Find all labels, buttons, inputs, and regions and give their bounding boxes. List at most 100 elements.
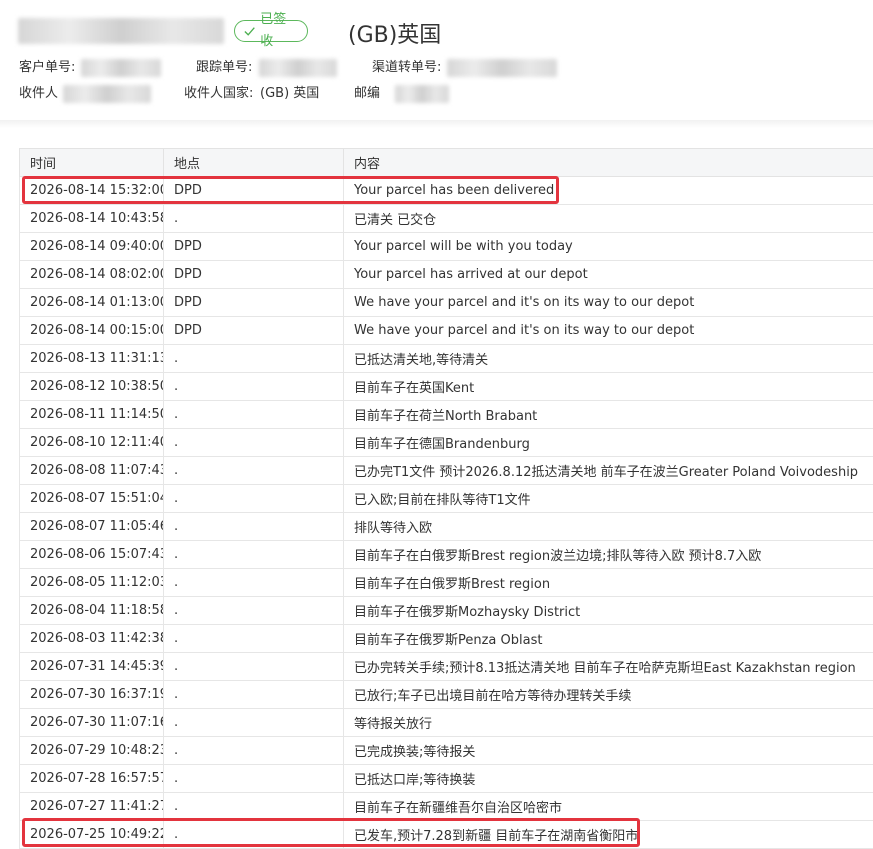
cell-content: 已完成换装;等待报关 (343, 736, 873, 765)
cell-time: 2026-07-30 16:37:19 (19, 680, 164, 709)
cell-location: DPD (163, 176, 344, 205)
cell-content: 已放行;车子已出境目前在哈方等待办理转关手续 (343, 680, 873, 709)
cell-time: 2026-07-28 16:57:57 (19, 764, 164, 793)
cell-content: 目前车子在德国Brandenburg (343, 428, 873, 457)
cell-content: 已抵达清关地,等待清关 (343, 344, 873, 373)
cell-content: 目前车子在英国Kent (343, 372, 873, 401)
table-row: 2026-08-12 10:38:50. 目前车子在英国Kent (19, 372, 873, 401)
cell-time: 2026-08-14 10:43:58 (19, 204, 164, 233)
cell-time: 2026-08-14 09:40:00 (19, 232, 164, 261)
cell-location: . (163, 456, 344, 485)
cell-location: . (163, 344, 344, 373)
cell-time: 2026-07-31 14:45:39 (19, 652, 164, 681)
table-row: 2026-08-05 11:12:03. 目前车子在白俄罗斯Brest regio… (19, 568, 873, 597)
cell-content: 已办完转关手续;预计8.13抵达清关地 目前车子在哈萨克斯坦East Kazak… (343, 652, 873, 681)
cell-time: 2026-08-08 11:07:43 (19, 456, 164, 485)
column-header-location: 地点 (163, 148, 344, 177)
column-header-time: 时间 (19, 148, 164, 177)
cell-location: . (163, 792, 344, 821)
cell-time: 2026-08-06 15:07:43 (19, 540, 164, 569)
cell-location: . (163, 624, 344, 653)
cell-content: 目前车子在白俄罗斯Brest region (343, 568, 873, 597)
cell-location: DPD (163, 288, 344, 317)
cell-location: . (163, 680, 344, 709)
table-row: 2026-08-07 15:51:04. 已入欧;目前在排队等待T1文件 (19, 484, 873, 513)
cell-time: 2026-08-04 11:18:58 (19, 596, 164, 625)
table-row: 2026-08-14 15:32:00 DPD Your parcel has be… (19, 176, 873, 205)
tracking-no-label: 跟踪单号: (196, 60, 253, 75)
table-row: 2026-08-04 11:18:58. 目前车子在俄罗斯Mozhaysky Di… (19, 596, 873, 625)
column-header-content: 内容 (343, 148, 873, 177)
cell-time: 2026-07-27 11:41:27 (19, 792, 164, 821)
cell-content: Your parcel has been delivered (343, 176, 873, 205)
cell-time: 2026-08-14 08:02:00 (19, 260, 164, 289)
redacted-name (18, 18, 224, 44)
cell-location: DPD (163, 232, 344, 261)
table-row: 2026-08-14 00:15:00 DPD We have your parce… (19, 316, 873, 345)
cell-time: 2026-08-07 15:51:04 (19, 484, 164, 513)
cell-location: . (163, 484, 344, 513)
cell-time: 2026-07-29 10:48:23 (19, 736, 164, 765)
table-row: 2026-07-30 11:07:16. 等待报关放行 (19, 708, 873, 737)
cell-content: 已清关 已交仓 (343, 204, 873, 233)
table-row: 2026-07-25 10:49:22. 已发车,预计7.28到新疆 目前车子在湖… (19, 820, 873, 849)
cell-time: 2026-07-25 10:49:22 (19, 820, 164, 849)
table-row: 2026-08-14 09:40:00 DPD Your parcel will b… (19, 232, 873, 261)
cell-location: DPD (163, 260, 344, 289)
cell-time: 2026-08-05 11:12:03 (19, 568, 164, 597)
cell-location: . (163, 652, 344, 681)
cell-location: . (163, 764, 344, 793)
postcode-value (395, 85, 449, 103)
cell-content: 已抵达口岸;等待换装 (343, 764, 873, 793)
cell-content: We have your parcel and it's on its way … (343, 288, 873, 317)
status-badge: 已签收 (234, 12, 308, 49)
customer-no-label: 客户单号: (19, 60, 76, 75)
cell-location: . (163, 428, 344, 457)
cell-location: . (163, 708, 344, 737)
cell-location: . (163, 540, 344, 569)
cell-content: 已发车,预计7.28到新疆 目前车子在湖南省衡阳市 (343, 820, 873, 849)
cell-content: 目前车子在新疆维吾尔自治区哈密市 (343, 792, 873, 821)
header-divider (0, 120, 873, 128)
table-row: 2026-08-13 11:31:13. 已抵达清关地,等待清关 (19, 344, 873, 373)
shipment-header: 已签收 (GB)英国 客户单号: 跟踪单号: 渠道转单号: 收件人 收件人国家:… (0, 0, 873, 120)
tracking-table-wrap: 时间 地点 内容 2026-08-14 15:32:00 DPD Your parc… (19, 148, 873, 849)
postcode-label: 邮编 (354, 86, 381, 101)
table-row: 2026-07-27 11:41:27. 目前车子在新疆维吾尔自治区哈密市 (19, 792, 873, 821)
cell-content: 目前车子在俄罗斯Penza Oblast (343, 624, 873, 653)
table-header-row: 时间 地点 内容 (19, 148, 873, 177)
destination-country: (GB)英国 (348, 23, 442, 48)
cell-content: We have your parcel and it's on its way … (343, 316, 873, 345)
cell-content: 目前车子在荷兰North Brabant (343, 400, 873, 429)
cell-time: 2026-08-10 12:11:40 (19, 428, 164, 457)
cell-content: Your parcel has arrived at our depot (343, 260, 873, 289)
tracking-table: 时间 地点 内容 2026-08-14 15:32:00 DPD Your parc… (19, 148, 873, 849)
cell-content: 等待报关放行 (343, 708, 873, 737)
cell-location: DPD (163, 316, 344, 345)
cell-time: 2026-08-14 01:13:00 (19, 288, 164, 317)
tracking-table-body: 2026-08-14 15:32:00 DPD Your parcel has be… (19, 176, 873, 849)
cell-location: . (163, 596, 344, 625)
table-row: 2026-07-29 10:48:23. 已完成换装;等待报关 (19, 736, 873, 765)
cell-location: . (163, 568, 344, 597)
cell-time: 2026-08-13 11:31:13 (19, 344, 164, 373)
cell-location: . (163, 204, 344, 233)
table-row: 2026-07-31 14:45:39. 已办完转关手续;预计8.13抵达清关地 … (19, 652, 873, 681)
table-row: 2026-08-07 11:05:46. 排队等待入欧 (19, 512, 873, 541)
channel-no-value (447, 59, 557, 77)
status-label: 已签收 (260, 12, 287, 49)
table-row: 2026-07-30 16:37:19. 已放行;车子已出境目前在哈方等待办理转关… (19, 680, 873, 709)
cell-location: . (163, 512, 344, 541)
table-row: 2026-08-14 01:13:00 DPD We have your parce… (19, 288, 873, 317)
table-row: 2026-07-28 16:57:57. 已抵达口岸;等待换装 (19, 764, 873, 793)
recipient-label: 收件人 (19, 86, 59, 101)
check-icon (244, 27, 255, 36)
recipient-value (63, 85, 151, 103)
cell-content: 目前车子在俄罗斯Mozhaysky District (343, 596, 873, 625)
cell-time: 2026-08-12 10:38:50 (19, 372, 164, 401)
table-row: 2026-08-03 11:42:38. 目前车子在俄罗斯Penza Oblast (19, 624, 873, 653)
cell-location: . (163, 820, 344, 849)
cell-location: . (163, 400, 344, 429)
table-row: 2026-08-08 11:07:43. 已办完T1文件 预计2026.8.12抵… (19, 456, 873, 485)
cell-content: Your parcel will be with you today (343, 232, 873, 261)
